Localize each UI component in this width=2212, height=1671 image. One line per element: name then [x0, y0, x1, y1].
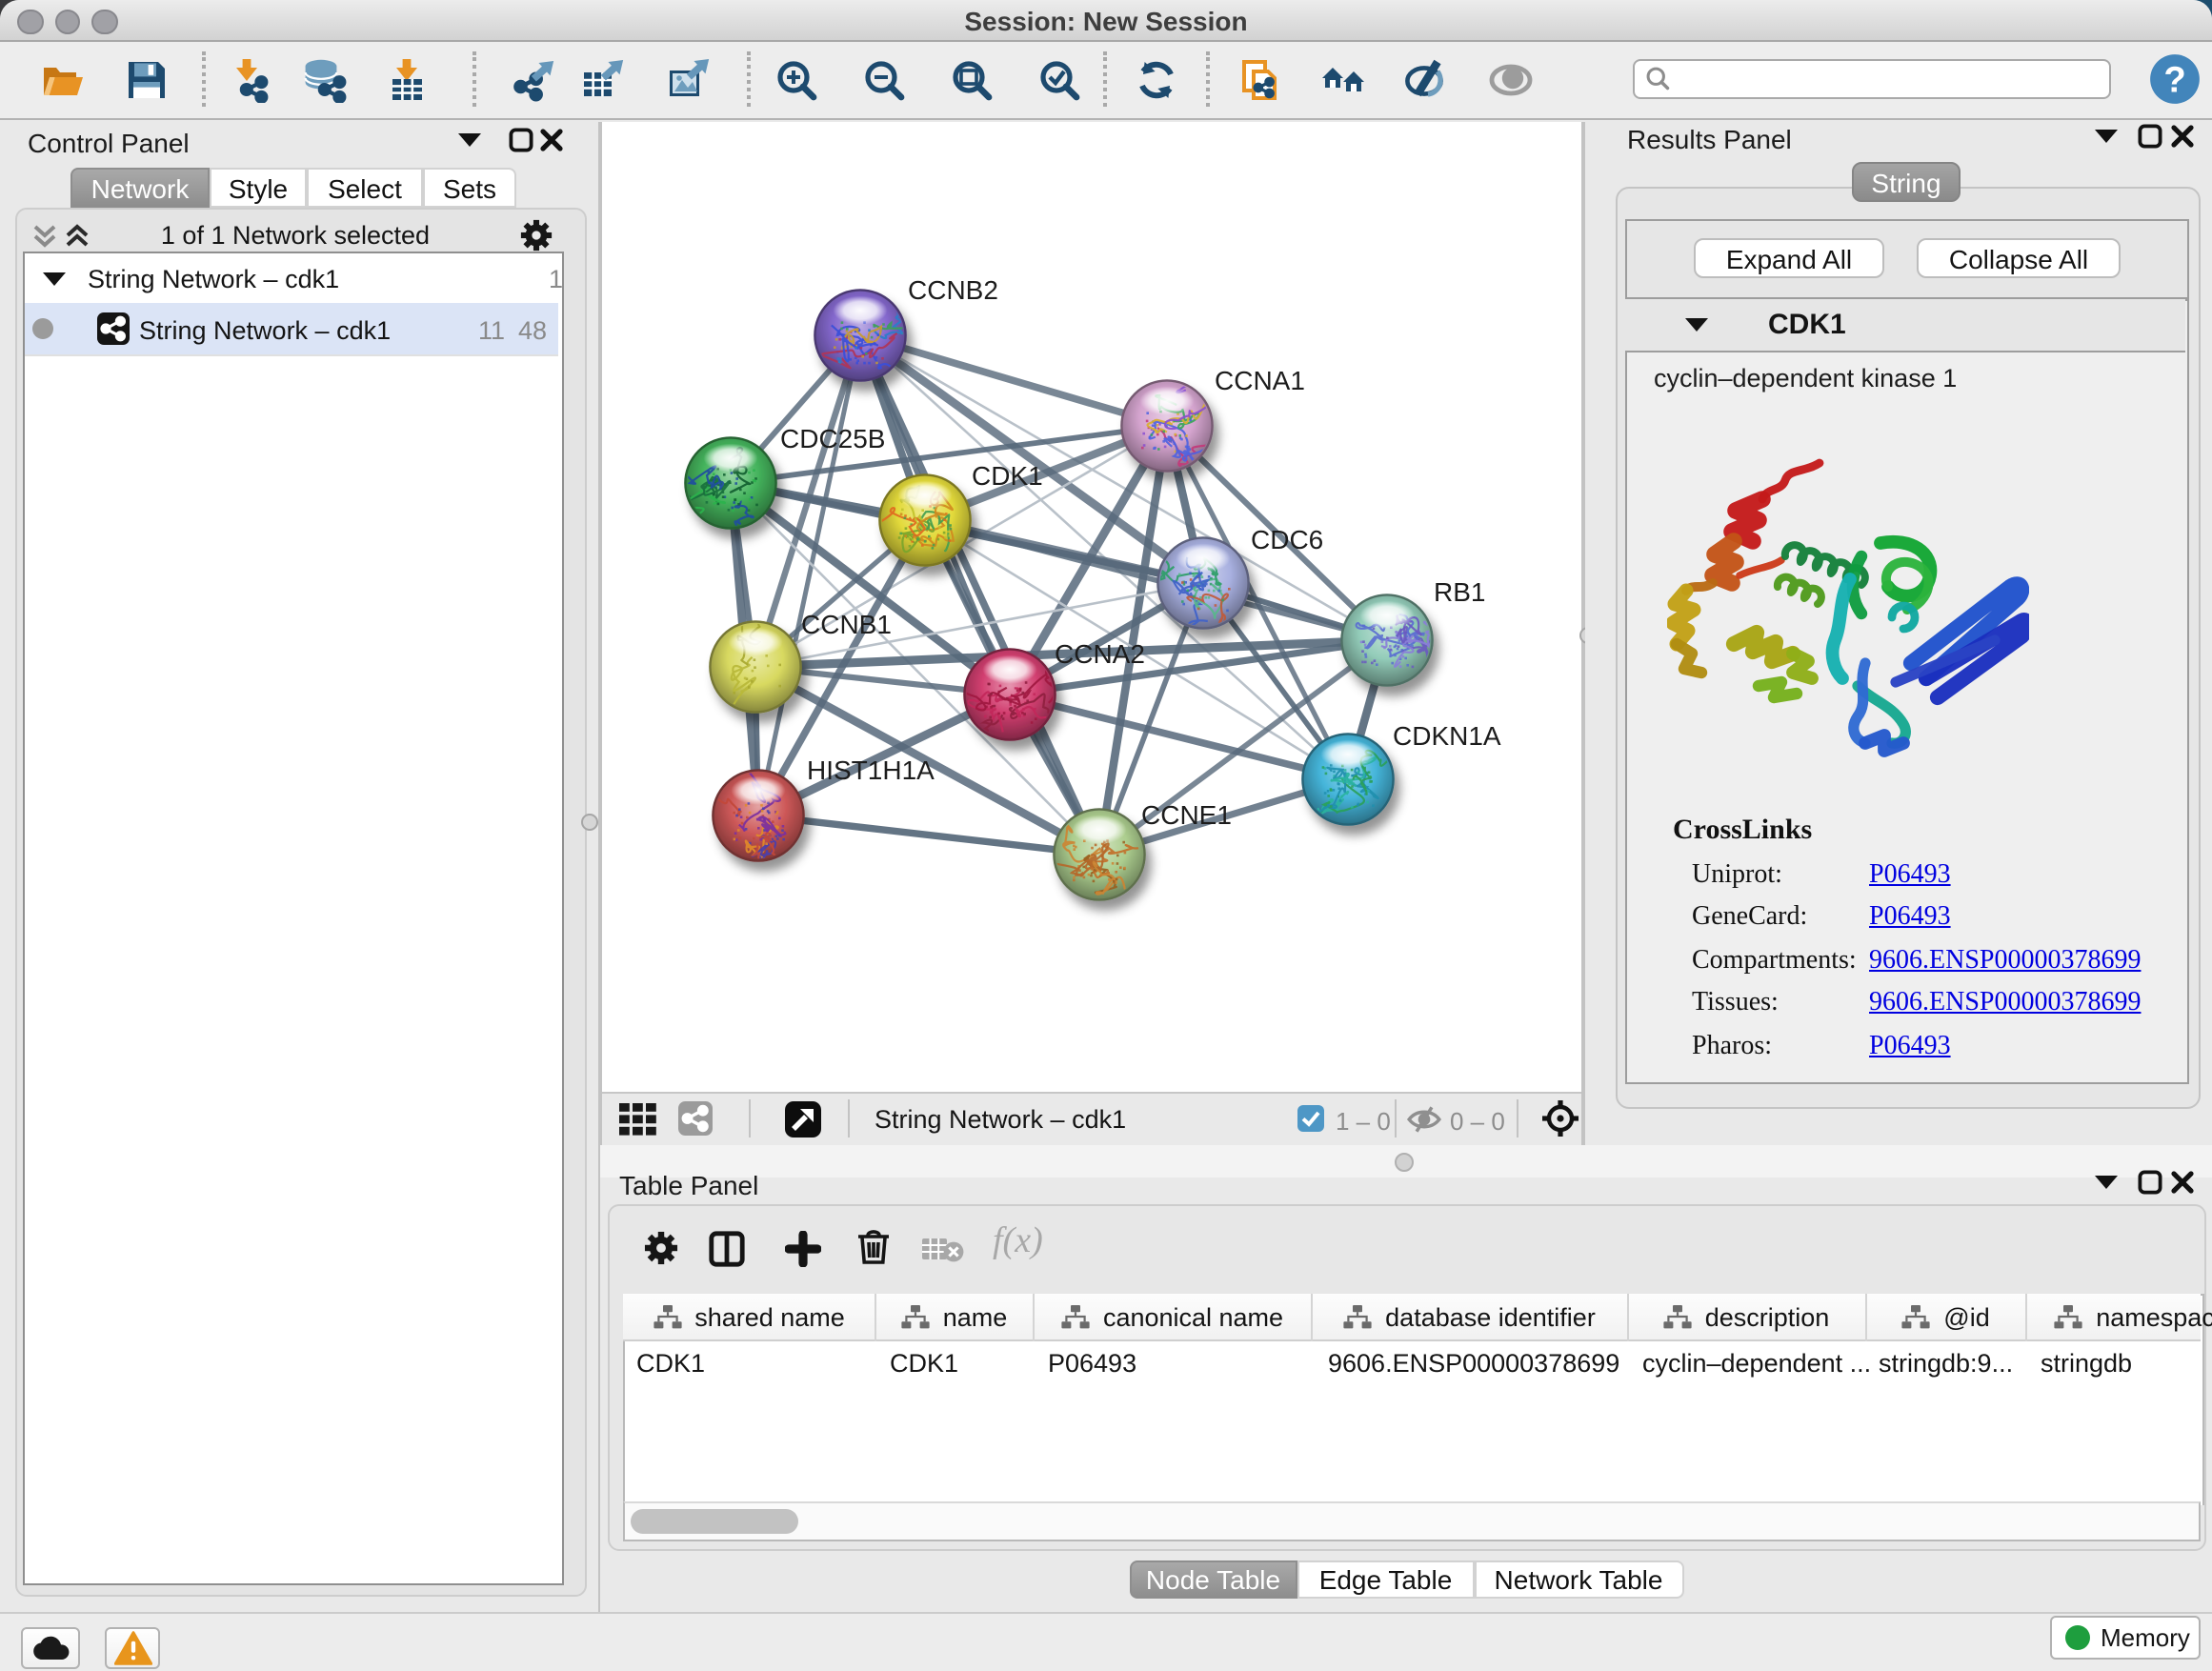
svg-text:CCNA2: CCNA2	[1055, 639, 1145, 669]
svg-text:CCNB2: CCNB2	[908, 275, 998, 305]
svg-text:RB1: RB1	[1434, 577, 1485, 607]
svg-text:?: ?	[2162, 60, 2184, 101]
svg-text:CDK1: CDK1	[972, 461, 1043, 491]
svg-text:CCNB1: CCNB1	[801, 610, 892, 639]
svg-text:CCNE1: CCNE1	[1141, 800, 1232, 830]
svg-text:CDC25B: CDC25B	[780, 424, 885, 453]
svg-text:HIST1H1A: HIST1H1A	[807, 755, 935, 785]
svg-text:CDC6: CDC6	[1251, 525, 1323, 554]
svg-text:CCNA1: CCNA1	[1215, 366, 1305, 395]
svg-text:CDKN1A: CDKN1A	[1393, 721, 1501, 751]
